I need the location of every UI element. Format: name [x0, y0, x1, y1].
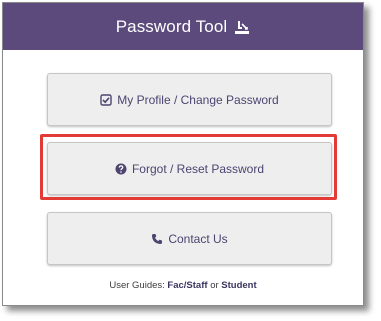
forgot-button-label: Forgot / Reset Password: [131, 161, 265, 176]
user-guides-separator: or: [210, 280, 219, 291]
my-profile-change-password-button[interactable]: My Profile / Change Password: [47, 73, 332, 126]
fac-staff-guide-link[interactable]: Fac/Staff: [167, 280, 207, 291]
check-square-icon: [100, 93, 112, 106]
user-guides-prefix: User Guides:: [109, 280, 165, 291]
my-profile-button-label: My Profile / Change Password: [117, 92, 279, 107]
contact-us-button[interactable]: Contact Us: [47, 212, 332, 265]
user-reset-icon: [234, 19, 250, 35]
phone-icon: [151, 233, 163, 245]
page-title: Password Tool: [115, 16, 228, 36]
password-tool-panel: Password Tool My Profile / Change Passwo…: [2, 2, 364, 306]
forgot-reset-password-button[interactable]: Forgot / Reset Password: [47, 142, 332, 195]
header-bar: Password Tool: [3, 3, 363, 50]
student-guide-link[interactable]: Student: [221, 280, 256, 291]
contact-us-label: Contact Us: [168, 231, 228, 246]
question-circle-icon: [115, 163, 127, 175]
user-guides: User Guides: Fac/Staff or Student: [3, 280, 363, 291]
